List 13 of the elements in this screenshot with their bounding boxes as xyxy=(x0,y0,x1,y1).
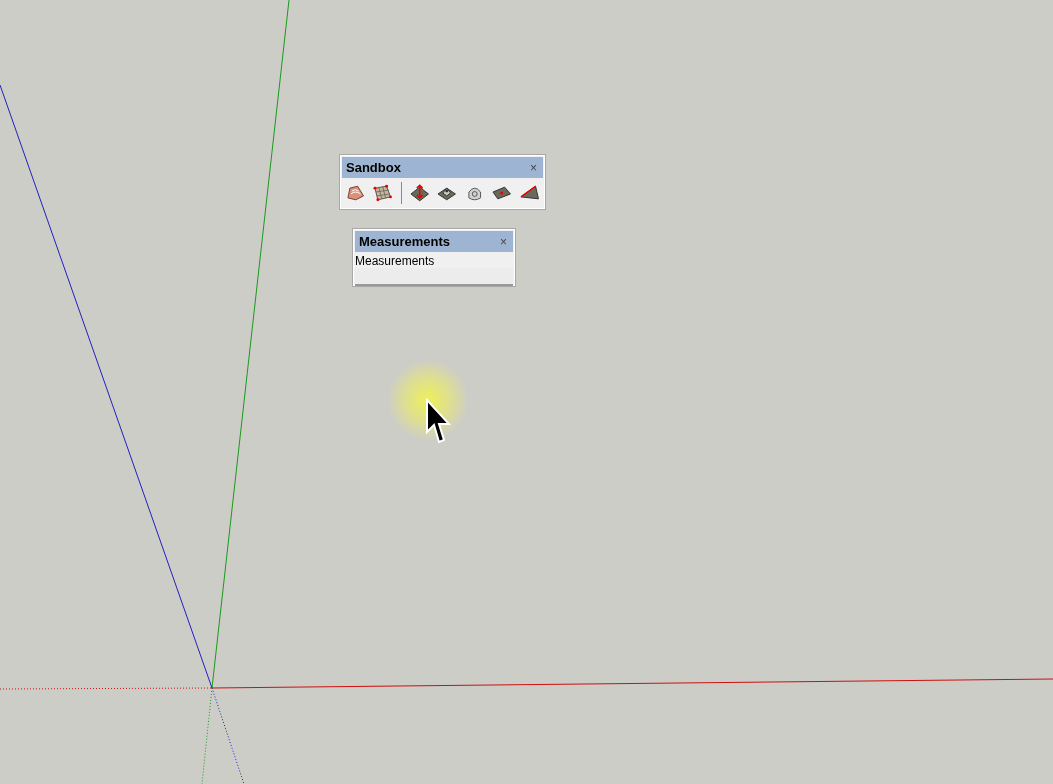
flip-edge-icon[interactable] xyxy=(519,184,540,202)
close-button[interactable]: × xyxy=(498,235,509,248)
terrain-point-icon[interactable] xyxy=(492,184,512,202)
modeling-canvas[interactable]: Sandbox × Measurements × Measurements xyxy=(0,0,1053,784)
grid-icon[interactable] xyxy=(373,184,393,202)
measurements-field[interactable] xyxy=(355,268,513,286)
close-button[interactable]: × xyxy=(528,161,539,174)
measurements-label: Measurements xyxy=(354,253,436,268)
window-title: Measurements xyxy=(359,234,451,249)
terrain-contours-icon[interactable] xyxy=(346,184,366,202)
cursor-arrow-icon xyxy=(425,398,451,444)
window-title: Sandbox xyxy=(346,160,401,175)
stamp-icon[interactable] xyxy=(437,184,457,202)
